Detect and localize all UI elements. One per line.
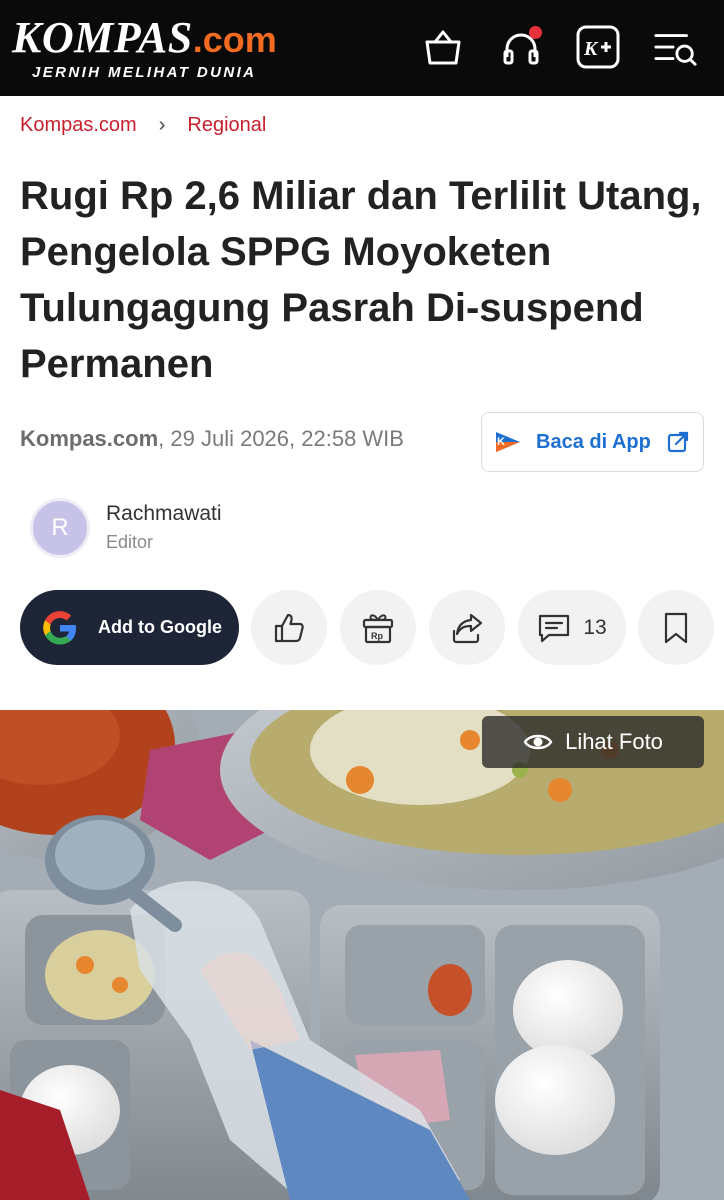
comment-count: 13 — [583, 615, 607, 639]
read-in-app-button[interactable]: K Baca di App — [481, 412, 704, 472]
site-header: KOMPAS.com JERNIH MELIHAT DUNIA K — [0, 0, 724, 96]
read-in-app-label: Baca di App — [536, 430, 651, 453]
kompas-logo[interactable]: KOMPAS.com JERNIH MELIHAT DUNIA — [12, 13, 277, 82]
article-photo[interactable] — [0, 710, 724, 1200]
svg-text:K: K — [583, 38, 599, 60]
kompas-app-logo-icon: K — [496, 432, 520, 452]
svg-text:K: K — [497, 436, 505, 448]
notification-dot — [529, 26, 542, 39]
article-source[interactable]: Kompas.com — [20, 426, 158, 451]
logo-wordmark: KOMPAS.com — [12, 13, 277, 62]
gift-button[interactable]: Rp — [340, 590, 416, 665]
article-datetime: , 29 Juli 2026, 22:58 WIB — [158, 426, 404, 451]
kplus-icon[interactable]: K — [575, 24, 621, 70]
headphones-icon[interactable] — [498, 24, 544, 70]
comment-icon — [539, 614, 570, 642]
author-name[interactable]: Rachmawati — [106, 502, 222, 526]
eye-icon — [523, 734, 553, 750]
gift-rp-icon: Rp — [362, 613, 394, 643]
thumbs-up-icon — [274, 613, 304, 642]
breadcrumb-section[interactable]: Regional — [187, 114, 266, 137]
comments-button[interactable]: 13 — [518, 590, 626, 665]
share-button[interactable] — [429, 590, 505, 665]
bookmark-icon — [664, 612, 688, 643]
menu-search-icon[interactable] — [652, 24, 698, 70]
google-icon — [43, 610, 76, 645]
author-avatar[interactable]: R — [30, 498, 90, 558]
breadcrumb-home[interactable]: Kompas.com — [20, 114, 137, 137]
food-tray-photo — [0, 710, 724, 1200]
external-link-icon — [667, 431, 688, 453]
svg-text:Rp: Rp — [371, 631, 383, 641]
article-title: Rugi Rp 2,6 Miliar dan Terlilit Utang, P… — [20, 174, 702, 386]
shopping-bag-icon[interactable] — [420, 24, 466, 70]
bookmark-button[interactable] — [638, 590, 714, 665]
share-icon — [452, 613, 483, 643]
view-photo-label: Lihat Foto — [565, 729, 663, 754]
add-to-google-button[interactable]: Add to Google — [20, 590, 239, 665]
view-photo-button[interactable]: Lihat Foto — [482, 716, 704, 768]
author-role: Editor — [106, 532, 154, 552]
like-button[interactable] — [251, 590, 327, 665]
add-to-google-label: Add to Google — [98, 617, 222, 637]
article-meta: Kompas.com, 29 Juli 2026, 22:58 WIB — [20, 426, 404, 452]
breadcrumb-separator: › — [158, 114, 166, 136]
breadcrumb: Kompas.com › Regional — [20, 114, 266, 137]
logo-tagline: JERNIH MELIHAT DUNIA — [32, 64, 257, 81]
